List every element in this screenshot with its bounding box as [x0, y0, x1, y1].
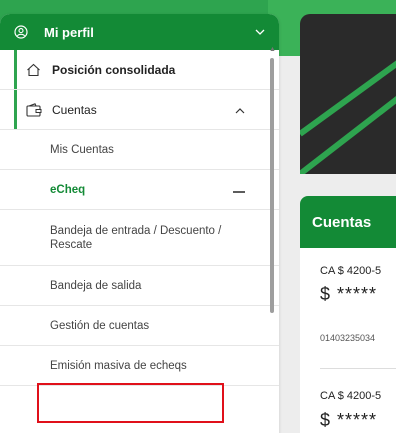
chevron-down-icon [255, 26, 265, 38]
promo-banner [300, 14, 396, 174]
sidebar-item-label: Posición consolidada [52, 62, 176, 77]
sidebar-subitem-mis-cuentas[interactable]: Mis Cuentas [0, 130, 279, 170]
sidebar-subitem-gestion-cuentas[interactable]: Gestión de cuentas [0, 306, 279, 346]
sidebar-scrollbar[interactable]: ▲ [268, 46, 276, 433]
sidebar-item-label: Cuentas [52, 102, 97, 117]
wallet-icon [26, 102, 42, 118]
sidebar-subitem-bandeja-salida[interactable]: Bandeja de salida [0, 266, 279, 306]
scroll-up-icon[interactable]: ▲ [269, 46, 276, 53]
account-name[interactable]: CA $ 4200-5 [320, 265, 381, 277]
sidebar-subitem-label: eCheq [50, 183, 86, 196]
account-number: 01403235034 [320, 333, 376, 343]
sidebar-subitem-bandeja-entrada[interactable]: Bandeja de entrada / Descuento / Rescate [0, 210, 279, 266]
sidebar-subitem-label: Emisión masiva de echeqs [50, 359, 187, 372]
highlight-box [37, 383, 224, 423]
sidebar-subitem-echeq[interactable]: eCheq [0, 170, 279, 210]
sidebar-subitem-emision-masiva[interactable]: Emisión masiva de echeqs [0, 346, 279, 386]
sidebar-subitem-label: Gestión de cuentas [50, 319, 150, 332]
profile-label: Mi perfil [44, 24, 94, 40]
account-balance: $ ***** [320, 410, 378, 430]
divider [320, 368, 396, 369]
sidebar-subitem-label: Mis Cuentas [50, 143, 114, 156]
chevron-up-icon [235, 103, 245, 117]
profile-header[interactable]: Mi perfil [0, 14, 279, 50]
home-icon [26, 62, 42, 78]
sidebar-subitem-label: Bandeja de entrada / Descuento / Rescate [50, 224, 222, 251]
scrollbar-thumb[interactable] [270, 58, 274, 313]
section-title: Cuentas [300, 196, 396, 248]
sidebar-item-posicion-consolidada[interactable]: Posición consolidada [0, 50, 279, 90]
sidebar-menu: Mi perfil Posición consolidada Cuentas M… [0, 14, 279, 433]
minus-icon [233, 181, 245, 199]
user-icon [14, 25, 28, 39]
account-name[interactable]: CA $ 4200-5 [320, 390, 381, 402]
sidebar-item-cuentas[interactable]: Cuentas [0, 90, 279, 130]
sidebar-subitem-label: Bandeja de salida [50, 279, 142, 292]
account-balance: $ ***** [320, 284, 378, 304]
